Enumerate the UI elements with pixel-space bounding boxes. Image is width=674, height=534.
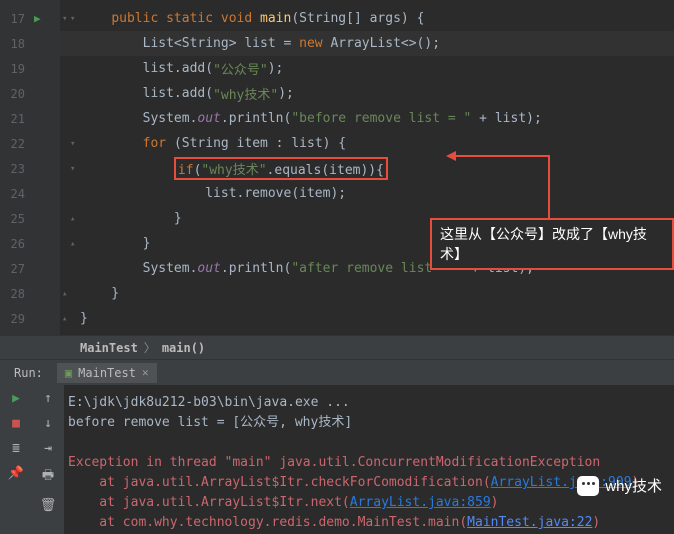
annotation-arrow-v (548, 155, 550, 220)
code-line[interactable]: } (60, 306, 674, 331)
arrow-head-icon (446, 151, 456, 161)
output-line: E:\jdk\jdk8u212-b03\bin\java.exe ... (68, 393, 670, 413)
print-icon[interactable]: 🖶 (42, 466, 54, 488)
crumb-method[interactable]: main() (162, 341, 205, 355)
down-icon[interactable]: ↓ (44, 416, 52, 431)
stack-line: at com.why.technology.redis.demo.MainTes… (68, 513, 670, 533)
run-toolbar-2: ↑ ↓ ⇥ 🖶 🗑 (32, 385, 64, 534)
code-line[interactable]: list.add("公众号"); (60, 56, 674, 81)
run-tab[interactable]: ▣ MainTest ✕ (57, 363, 157, 383)
code-line[interactable]: } (60, 281, 674, 306)
stop-icon[interactable]: ■ (12, 416, 20, 431)
console-output[interactable]: E:\jdk\jdk8u212-b03\bin\java.exe ... bef… (64, 385, 674, 534)
code-line[interactable]: List<String> list = new ArrayList<>(); (60, 31, 674, 56)
wechat-icon (577, 476, 599, 496)
up-icon[interactable]: ↑ (44, 391, 52, 406)
chevron-right-icon: 〉 (144, 339, 156, 356)
code-editor[interactable]: 17▶▾▾1819202122▾23▾2425▴26▴2728▴29▴ 这里从【… (0, 0, 674, 335)
annotation-callout: 这里从【公众号】改成了【why技术】 (430, 218, 674, 270)
run-config-icon: ▣ (65, 366, 72, 380)
run-toolbar-left: ▶ ■ ≣ 📌 (0, 385, 32, 534)
code-line[interactable]: for (String item : list) { (60, 131, 674, 156)
gutter: 17▶▾▾1819202122▾23▾2425▴26▴2728▴29▴ (0, 0, 60, 335)
annotation-arrow (455, 155, 550, 157)
exception-line: Exception in thread "main" java.util.Con… (68, 453, 670, 473)
close-icon[interactable]: ✕ (142, 366, 149, 379)
breadcrumb: MainTest 〉 main() (0, 335, 674, 359)
source-link[interactable]: ArrayList.java:859 (350, 495, 491, 510)
output-line: before remove list = [公众号, why技术] (68, 413, 670, 433)
wrap-icon[interactable]: ⇥ (44, 441, 52, 456)
run-gutter-icon[interactable]: ▶ (34, 12, 41, 25)
code-line[interactable]: list.add("why技术"); (60, 81, 674, 106)
code-line[interactable]: list.remove(item); (60, 181, 674, 206)
output-line (68, 433, 670, 453)
code-line[interactable]: if("why技术".equals(item)){ (60, 156, 674, 181)
run-icon[interactable]: ▶ (12, 391, 20, 406)
trash-icon[interactable]: 🗑 (40, 498, 57, 513)
run-label: Run: (14, 366, 43, 380)
source-link[interactable]: MainTest.java:22 (467, 515, 592, 530)
tab-label: MainTest (78, 366, 136, 380)
stack-line: at java.util.ArrayList$Itr.next(ArrayLis… (68, 493, 670, 513)
code-line[interactable]: System.out.println("before remove list =… (60, 106, 674, 131)
crumb-class[interactable]: MainTest (80, 341, 138, 355)
run-tabs: Run: ▣ MainTest ✕ (0, 359, 674, 385)
code-area[interactable]: 这里从【公众号】改成了【why技术】 public static void ma… (60, 0, 674, 335)
watermark: why技术 (577, 475, 662, 496)
layout-icon[interactable]: ≣ (12, 441, 20, 456)
code-line[interactable]: public static void main(String[] args) { (60, 6, 674, 31)
pin-icon[interactable]: 📌 (8, 466, 24, 481)
console-panel: ▶ ■ ≣ 📌 ↑ ↓ ⇥ 🖶 🗑 E:\jdk\jdk8u212-b03\bi… (0, 385, 674, 534)
